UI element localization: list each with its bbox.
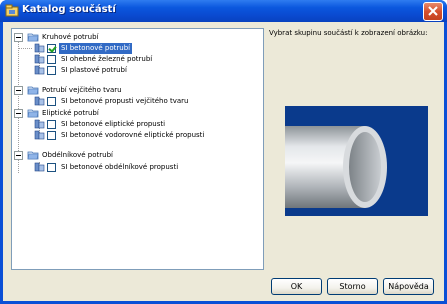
- folder-icon: [27, 86, 39, 95]
- collapse-icon[interactable]: [14, 109, 23, 118]
- tree-group-label: Potrubí vejčitého tvaru: [42, 86, 122, 94]
- tree-group-obdelnikove[interactable]: Obdélníkové potrubí: [14, 150, 154, 161]
- tree-item[interactable]: SI plastové potrubí: [34, 65, 174, 76]
- part-icon: [34, 54, 45, 64]
- part-icon: [34, 119, 45, 129]
- ok-button[interactable]: OK: [271, 278, 322, 295]
- collapse-icon[interactable]: [14, 33, 23, 42]
- pipe-preview-icon: [283, 106, 428, 216]
- part-icon: [34, 96, 45, 106]
- cancel-button[interactable]: Storno: [327, 278, 378, 295]
- catalog-icon: [5, 4, 19, 17]
- preview-prompt: Vybrat skupinu součástí k zobrazení obrá…: [269, 29, 428, 37]
- tree-group-kruhove[interactable]: Kruhové potrubí: [14, 32, 134, 43]
- tree-item-label: SI betonové potrubí: [59, 43, 133, 54]
- tree-item-label: SI betonové vodorovné eliptické propusti: [61, 131, 205, 139]
- part-icon: [34, 130, 45, 140]
- item-checkbox[interactable]: [47, 131, 56, 140]
- tree-item-label: SI plastové potrubí: [61, 66, 127, 74]
- folder-icon: [27, 151, 39, 160]
- tree-group-elipticke[interactable]: Eliptické potrubí: [14, 108, 154, 119]
- tree-connector: [18, 48, 32, 49]
- tree-group-label: Obdélníkové potrubí: [42, 151, 113, 159]
- item-checkbox[interactable]: [47, 120, 56, 129]
- tree-item[interactable]: SI betonové obdélníkové propusti: [34, 162, 234, 173]
- tree-item-label: SI betonové propusti vejčitého tvaru: [61, 97, 189, 105]
- help-button[interactable]: Nápověda: [383, 278, 434, 295]
- collapse-icon[interactable]: [14, 86, 23, 95]
- folder-icon: [27, 109, 39, 118]
- part-icon: [34, 162, 45, 172]
- title-bar[interactable]: Katalog součástí: [0, 0, 447, 22]
- preview-image: [283, 106, 428, 216]
- tree-group-label: Eliptické potrubí: [42, 109, 99, 117]
- item-checkbox[interactable]: [47, 44, 56, 53]
- window-title: Katalog součástí: [22, 4, 116, 15]
- tree-item[interactable]: SI betonové eliptické propusti: [34, 119, 214, 130]
- tree-item[interactable]: SI betonové potrubí: [18, 43, 174, 54]
- part-icon: [34, 43, 45, 53]
- item-checkbox[interactable]: [47, 163, 56, 172]
- tree-item[interactable]: SI betonové propusti vejčitého tvaru: [34, 96, 214, 107]
- dialog-window: Katalog součástí Kruhové potrubí SI beto…: [0, 0, 447, 304]
- dialog-client-area: Kruhové potrubí SI betonové potrubí SI o…: [3, 22, 444, 301]
- tree-item[interactable]: SI betonové vodorovné eliptické propusti: [34, 130, 234, 141]
- tree-item-label: SI betonové obdélníkové propusti: [61, 163, 179, 171]
- collapse-icon[interactable]: [14, 151, 23, 160]
- item-checkbox[interactable]: [47, 97, 56, 106]
- component-tree[interactable]: Kruhové potrubí SI betonové potrubí SI o…: [11, 28, 264, 270]
- tree-item-label: SI betonové eliptické propusti: [61, 120, 166, 128]
- tree-item-label: SI ohebné železné potrubí: [61, 55, 153, 63]
- item-checkbox[interactable]: [47, 66, 56, 75]
- tree-item[interactable]: SI ohebné železné potrubí: [34, 54, 174, 65]
- tree-group-label: Kruhové potrubí: [42, 33, 99, 41]
- close-icon: [428, 6, 438, 16]
- part-icon: [34, 65, 45, 75]
- item-checkbox[interactable]: [47, 55, 56, 64]
- folder-icon: [27, 33, 39, 42]
- tree-group-vejcite[interactable]: Potrubí vejčitého tvaru: [14, 85, 154, 96]
- close-button[interactable]: [423, 2, 443, 21]
